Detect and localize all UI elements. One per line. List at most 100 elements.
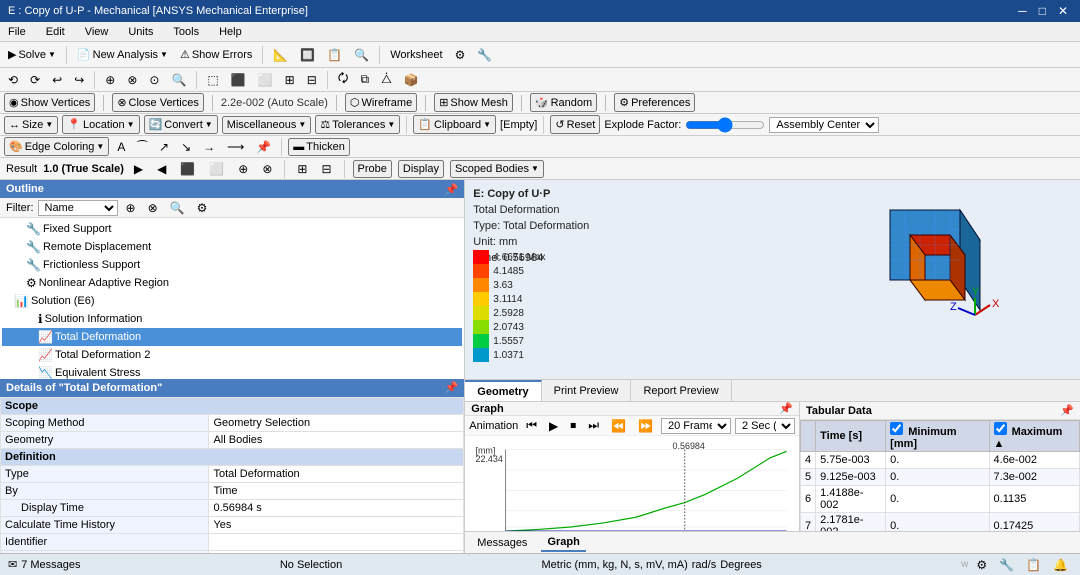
reset-button[interactable]: ↺ Reset (550, 115, 600, 134)
tab-geometry[interactable]: Geometry (465, 380, 541, 401)
edge-tb-icon-5[interactable]: → (199, 138, 219, 156)
tb2-icon-14[interactable]: 🗘 (334, 67, 353, 92)
tb2-icon-10[interactable]: ⬛ (227, 71, 250, 89)
sec-select[interactable]: 2 Sec (Au (735, 418, 795, 434)
tree-item-remote-displacement[interactable]: 🔧 Remote Displacement (2, 238, 462, 256)
outline-icon-2[interactable]: ⊗ (144, 199, 162, 217)
worksheet-button[interactable]: Worksheet (386, 47, 446, 63)
new-analysis-button[interactable]: 📄 New Analysis ▼ (73, 46, 172, 63)
outline-filter-select[interactable]: Name (38, 200, 118, 216)
tb2-icon-8[interactable]: 🔍 (167, 71, 190, 89)
solve-button[interactable]: ▶ Solve ▼ (4, 46, 60, 63)
tb-icon-2[interactable]: 🔲 (296, 46, 319, 64)
tb2-icon-3[interactable]: ↩ (48, 71, 66, 89)
clipboard-button[interactable]: 📋 Clipboard ▼ (413, 115, 496, 134)
tolerances-button[interactable]: ⚖ Tolerances ▼ (315, 115, 400, 134)
tb-icon-3[interactable]: 📋 (323, 46, 346, 64)
probe-button[interactable]: Probe (353, 160, 392, 178)
graph-tab[interactable]: Graph (541, 534, 585, 552)
menu-edit[interactable]: Edit (42, 24, 69, 40)
show-errors-button[interactable]: ⚠ Show Errors (176, 46, 256, 63)
tree-item-solution-info[interactable]: ℹ Solution Information (2, 310, 462, 328)
tb2-icon-6[interactable]: ⊗ (123, 71, 141, 89)
edge-tb-icon-3[interactable]: ↗ (155, 138, 173, 156)
result-icon-6[interactable]: ⊗ (258, 160, 276, 178)
menu-tools[interactable]: Tools (169, 24, 203, 40)
tb-icon-1[interactable]: 📐 (269, 46, 292, 64)
status-icon-2[interactable]: 🔧 (995, 556, 1018, 574)
tree-item-total-deformation-2[interactable]: 📈 Total Deformation 2 (2, 346, 462, 364)
tb-icon-4[interactable]: 🔍 (350, 46, 373, 64)
edge-tb-icon-1[interactable]: A (113, 138, 129, 156)
tb2-icon-4[interactable]: ↪ (70, 71, 88, 89)
result-icon-5[interactable]: ⊕ (234, 160, 252, 178)
menu-file[interactable]: File (4, 24, 30, 40)
tabular-pin-icon[interactable]: 📌 (1060, 404, 1074, 417)
tb2-icon-11[interactable]: ⬜ (254, 71, 277, 89)
result-icon-8[interactable]: ⊟ (317, 160, 335, 178)
result-icon-7[interactable]: ⊞ (293, 160, 311, 178)
size-button[interactable]: ↔ Size ▼ (4, 116, 58, 134)
max-checkbox[interactable] (994, 422, 1007, 435)
outline-icon-1[interactable]: ⊕ (122, 199, 140, 217)
close-button[interactable]: ✕ (1054, 4, 1072, 18)
miscellaneous-button[interactable]: Miscellaneous ▼ (222, 116, 312, 134)
tb-icon-5[interactable]: ⚙ (451, 46, 470, 64)
tb2-icon-15[interactable]: ⧉ (356, 70, 373, 89)
show-mesh-button[interactable]: ⊞ Show Mesh (434, 93, 513, 112)
tree-item-solution[interactable]: 📊 Solution (E6) (2, 292, 462, 310)
outline-icon-4[interactable]: ⚙ (193, 199, 212, 217)
anim-play-button[interactable]: ▶ (545, 417, 562, 435)
anim-stop-button[interactable]: ⏹ (566, 416, 580, 435)
tb2-icon-16[interactable]: ⧊ (377, 70, 396, 89)
minimize-button[interactable]: ─ (1014, 4, 1031, 18)
edge-tb-icon-6[interactable]: ⟶ (223, 138, 248, 156)
tree-item-frictionless[interactable]: 🔧 Frictionless Support (2, 256, 462, 274)
result-icon-4[interactable]: ⬜ (205, 160, 228, 178)
tb2-icon-13[interactable]: ⊟ (303, 71, 321, 89)
edge-tb-icon-4[interactable]: ↘ (177, 138, 195, 156)
status-icon-1[interactable]: ⚙ (972, 556, 991, 574)
scoped-bodies-button[interactable]: Scoped Bodies ▼ (450, 160, 544, 178)
convert-button[interactable]: 🔄 Convert ▼ (144, 115, 218, 134)
tb2-icon-2[interactable]: ⟳ (26, 71, 44, 89)
status-icon-3[interactable]: 📋 (1022, 556, 1045, 574)
tree-item-equivalent-stress[interactable]: 📉 Equivalent Stress (2, 364, 462, 379)
menu-units[interactable]: Units (124, 24, 157, 40)
anim-icon-1[interactable]: ⏪ (607, 417, 630, 435)
outline-pin-icon[interactable]: 📌 (445, 183, 459, 196)
result-icon-1[interactable]: ▶ (130, 160, 147, 178)
frames-select[interactable]: 20 Frames (661, 418, 731, 434)
assembly-center-select[interactable]: Assembly Center (769, 117, 879, 133)
close-vertices-button[interactable]: ⊗ Close Vertices (112, 93, 204, 112)
tree-item-fixed-support[interactable]: 🔧 Fixed Support (2, 220, 462, 238)
location-button[interactable]: 📍 Location ▼ (62, 115, 139, 134)
result-icon-3[interactable]: ⬛ (176, 160, 199, 178)
tb2-icon-7[interactable]: ⊙ (145, 71, 163, 89)
menu-help[interactable]: Help (215, 24, 246, 40)
thicken-button[interactable]: ▬ Thicken (288, 138, 350, 156)
edge-tb-icon-2[interactable]: ⁀ (133, 138, 151, 156)
tb2-icon-17[interactable]: 📦 (400, 71, 423, 89)
show-vertices-button[interactable]: ◉ Show Vertices (4, 93, 95, 112)
graph-pin-icon[interactable]: 📌 (779, 402, 793, 415)
edge-tb-icon-pin[interactable]: 📌 (252, 138, 275, 156)
tb2-icon-5[interactable]: ⊕ (101, 71, 119, 89)
min-checkbox[interactable] (890, 422, 903, 435)
tree-item-nonlinear[interactable]: ⚙ Nonlinear Adaptive Region (2, 274, 462, 292)
wireframe-button[interactable]: ⬡ Wireframe (345, 93, 417, 112)
explode-slider[interactable] (685, 117, 765, 133)
outline-icon-3[interactable]: 🔍 (166, 199, 189, 217)
details-pin-icon[interactable]: 📌 (445, 381, 459, 394)
tb2-icon-1[interactable]: ⟲ (4, 71, 22, 89)
tb2-icon-12[interactable]: ⊞ (281, 71, 299, 89)
messages-tab[interactable]: Messages (471, 535, 533, 551)
tb2-icon-9[interactable]: ⬚ (203, 71, 222, 89)
anim-prev-button[interactable]: ⏮ (522, 416, 541, 435)
result-icon-2[interactable]: ◀ (153, 160, 170, 178)
anim-icon-2[interactable]: ⏩ (634, 417, 657, 435)
tree-item-total-deformation[interactable]: 📈 Total Deformation (2, 328, 462, 346)
random-button[interactable]: 🎲 Random (530, 93, 597, 112)
preferences-button[interactable]: ⚙ Preferences (614, 93, 695, 112)
edge-coloring-button[interactable]: 🎨 Edge Coloring ▼ (4, 137, 109, 156)
